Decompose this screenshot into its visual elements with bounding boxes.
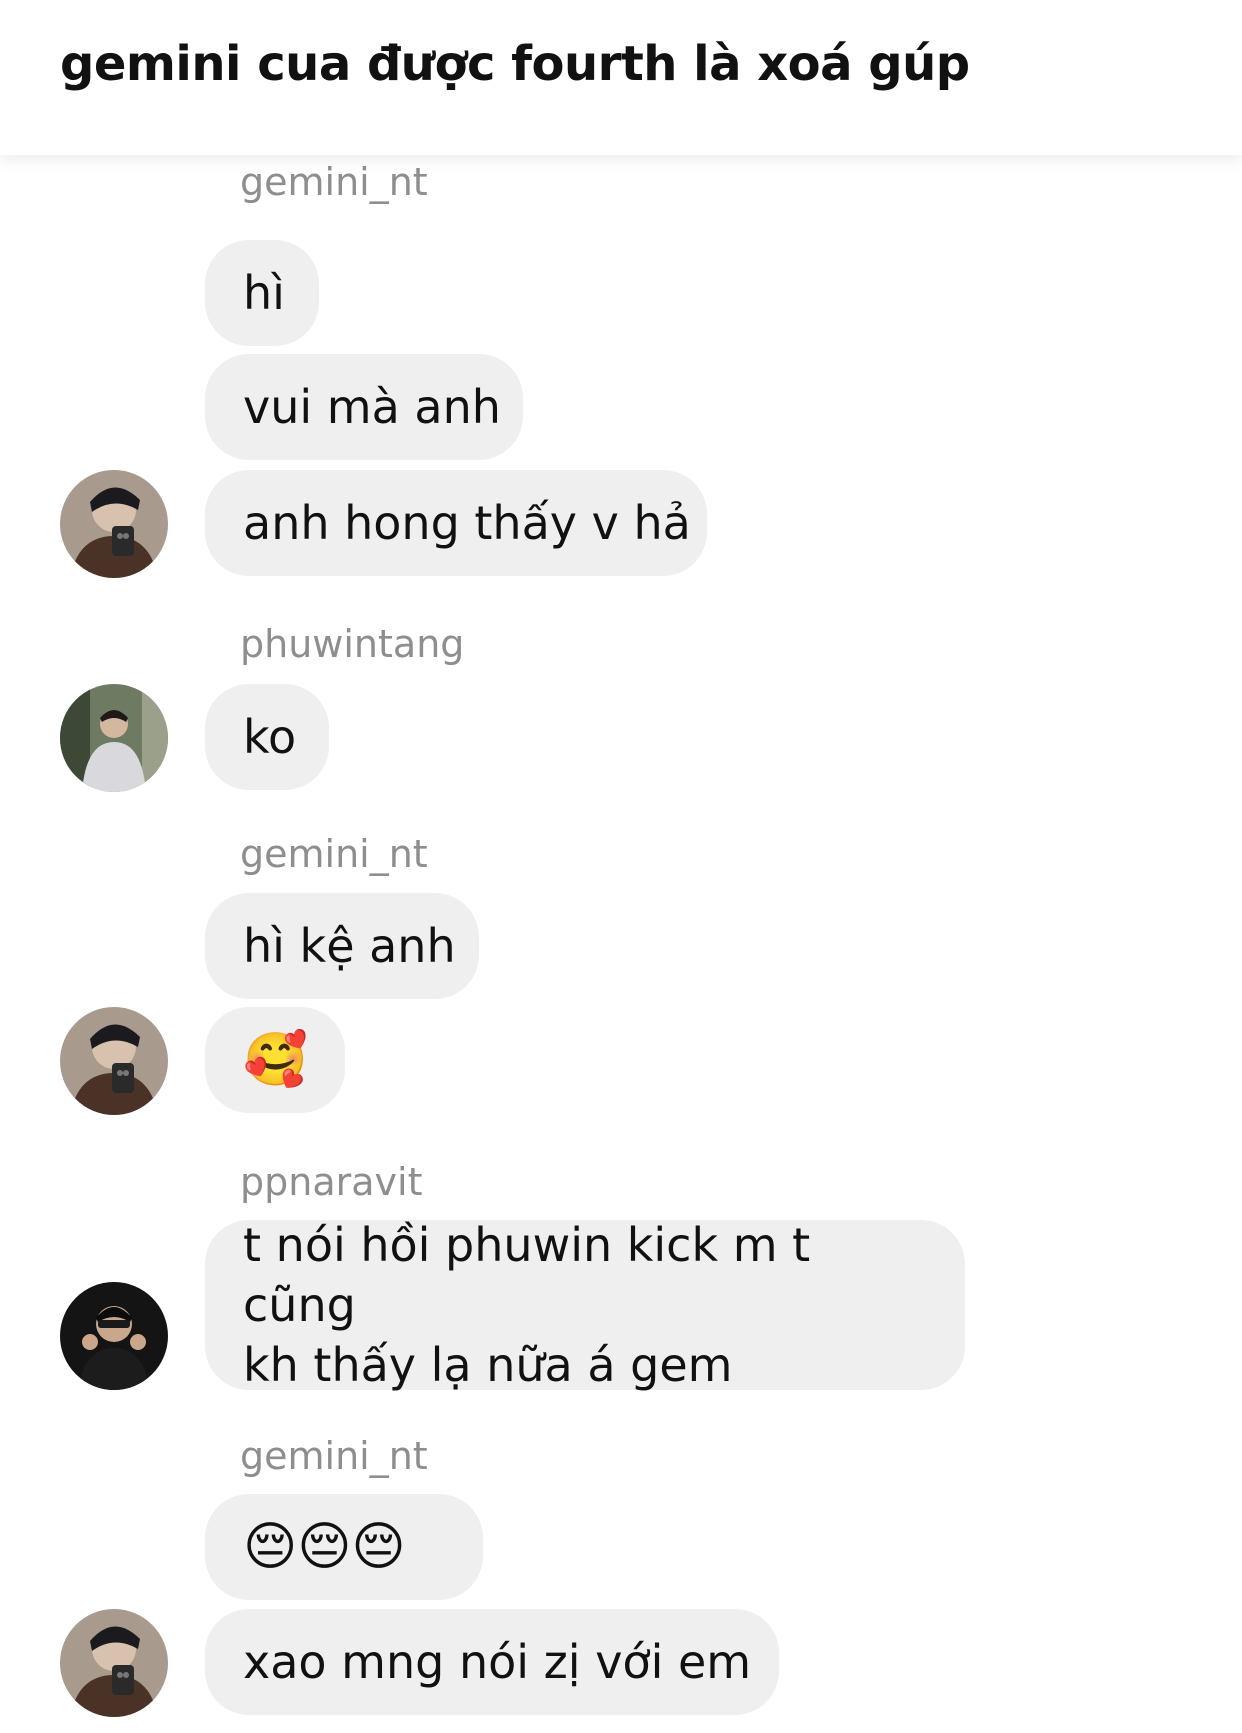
pensive-face-icon: 😔😔😔	[243, 1517, 406, 1577]
message-line: t nói hồi phuwin kick m t cũng	[243, 1218, 811, 1332]
sender-name[interactable]: phuwintang	[240, 622, 464, 666]
message-bubble[interactable]: ko	[205, 684, 329, 790]
message-bubble[interactable]: 🥰	[205, 1007, 345, 1113]
sender-name[interactable]: gemini_nt	[240, 160, 428, 204]
sender-name[interactable]: gemini_nt	[240, 832, 428, 876]
sender-name[interactable]: gemini_nt	[240, 1434, 428, 1478]
message-bubble[interactable]: hì kệ anh	[205, 893, 479, 999]
smiling-face-with-hearts-icon: 🥰	[243, 1030, 308, 1090]
avatar-ppnaravit[interactable]	[60, 1282, 168, 1390]
message-line: kh thấy lạ nữa á gem	[243, 1338, 733, 1392]
avatar-gemini[interactable]	[60, 1007, 168, 1115]
message-bubble[interactable]: hì	[205, 240, 319, 346]
group-title[interactable]: gemini cua được fourth là xoá gúp	[60, 36, 970, 92]
message-bubble[interactable]: 😔😔😔	[205, 1494, 483, 1600]
avatar-phuwin[interactable]	[60, 684, 168, 792]
message-bubble[interactable]: t nói hồi phuwin kick m t cũng kh thấy l…	[205, 1218, 965, 1392]
message-bubble[interactable]: xao mng nói zị với em	[205, 1609, 779, 1715]
avatar-gemini[interactable]	[60, 470, 168, 578]
sender-name[interactable]: ppnaravit	[240, 1160, 422, 1204]
chat-header: gemini cua được fourth là xoá gúp	[0, 0, 1242, 155]
message-bubble[interactable]: anh hong thấy v hả	[205, 470, 707, 576]
avatar-gemini[interactable]	[60, 1609, 168, 1717]
message-bubble[interactable]: vui mà anh	[205, 354, 523, 460]
